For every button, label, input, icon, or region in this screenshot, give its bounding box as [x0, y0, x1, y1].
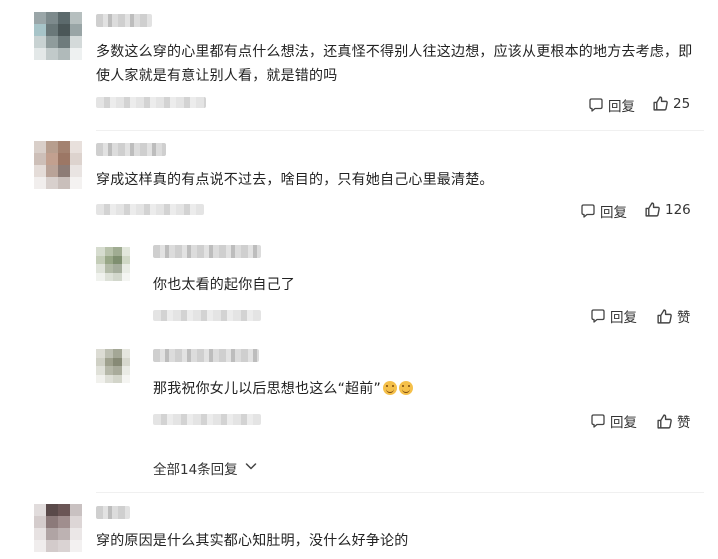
- avatar[interactable]: [34, 141, 82, 189]
- username[interactable]: [96, 143, 166, 156]
- like-button[interactable]: 126: [644, 201, 691, 218]
- thumbs-up-icon: [656, 308, 673, 325]
- comment-text: 穿的原因是什么其实都心知肚明，没什么好争论的: [96, 533, 409, 549]
- username[interactable]: [96, 506, 130, 519]
- like-count: 25: [673, 95, 691, 112]
- avatar[interactable]: [96, 247, 130, 281]
- avatar[interactable]: [34, 504, 82, 552]
- expand-replies-button[interactable]: 全部14条回复: [153, 458, 258, 478]
- avatar[interactable]: [34, 12, 82, 60]
- reply-label: 回复: [610, 415, 637, 431]
- smile-emoji-icon: [398, 381, 413, 395]
- comment-bubble-icon: [590, 308, 606, 324]
- reply-meta: [153, 414, 261, 425]
- comment-meta: [96, 204, 204, 215]
- comment-text: 穿成这样真的有点说不过去，啥目的，只有她自己心里最清楚。: [96, 172, 494, 188]
- reply-text: 你也太看的起你自己了: [153, 277, 295, 293]
- reply-meta: [153, 310, 261, 321]
- like-button[interactable]: 25: [652, 95, 690, 112]
- reply-button[interactable]: 回复: [580, 201, 627, 221]
- comment-bubble-icon: [590, 413, 606, 429]
- like-count: 126: [665, 201, 691, 218]
- username[interactable]: [153, 349, 259, 362]
- reply-label: 回复: [600, 205, 627, 221]
- reply-label: 回复: [608, 99, 635, 115]
- thumbs-up-icon: [652, 95, 669, 112]
- comment-text: 多数这么穿的心里都有点什么想法，还真怪不得别人往这边想，应该从更根本的地方去考虑…: [96, 44, 693, 60]
- like-button[interactable]: 赞: [656, 411, 691, 431]
- thumbs-up-icon: [644, 201, 661, 218]
- comment-meta: [96, 97, 206, 108]
- reply-button[interactable]: 回复: [590, 306, 637, 326]
- like-button[interactable]: 赞: [656, 306, 691, 326]
- username[interactable]: [153, 245, 261, 258]
- expand-replies-label: 全部14条回复: [153, 462, 238, 478]
- like-label: 赞: [677, 415, 691, 431]
- avatar[interactable]: [96, 349, 130, 383]
- divider: [96, 130, 704, 131]
- chevron-down-icon: [244, 459, 258, 477]
- comment-text: 使人家就是有意让别人看，就是错的吗: [96, 68, 338, 84]
- username[interactable]: [96, 14, 152, 27]
- comment-bubble-icon: [588, 97, 604, 113]
- like-label: 赞: [677, 310, 691, 326]
- reply-button[interactable]: 回复: [588, 95, 635, 115]
- reply-text: 那我祝你女儿以后思想也这么“超前”: [153, 377, 413, 401]
- smile-emoji-icon: [382, 381, 397, 395]
- reply-text-content: 那我祝你女儿以后思想也这么“超前”: [153, 381, 381, 397]
- divider: [96, 492, 704, 493]
- thumbs-up-icon: [656, 413, 673, 430]
- comment-bubble-icon: [580, 203, 596, 219]
- reply-button[interactable]: 回复: [590, 411, 637, 431]
- reply-label: 回复: [610, 310, 637, 326]
